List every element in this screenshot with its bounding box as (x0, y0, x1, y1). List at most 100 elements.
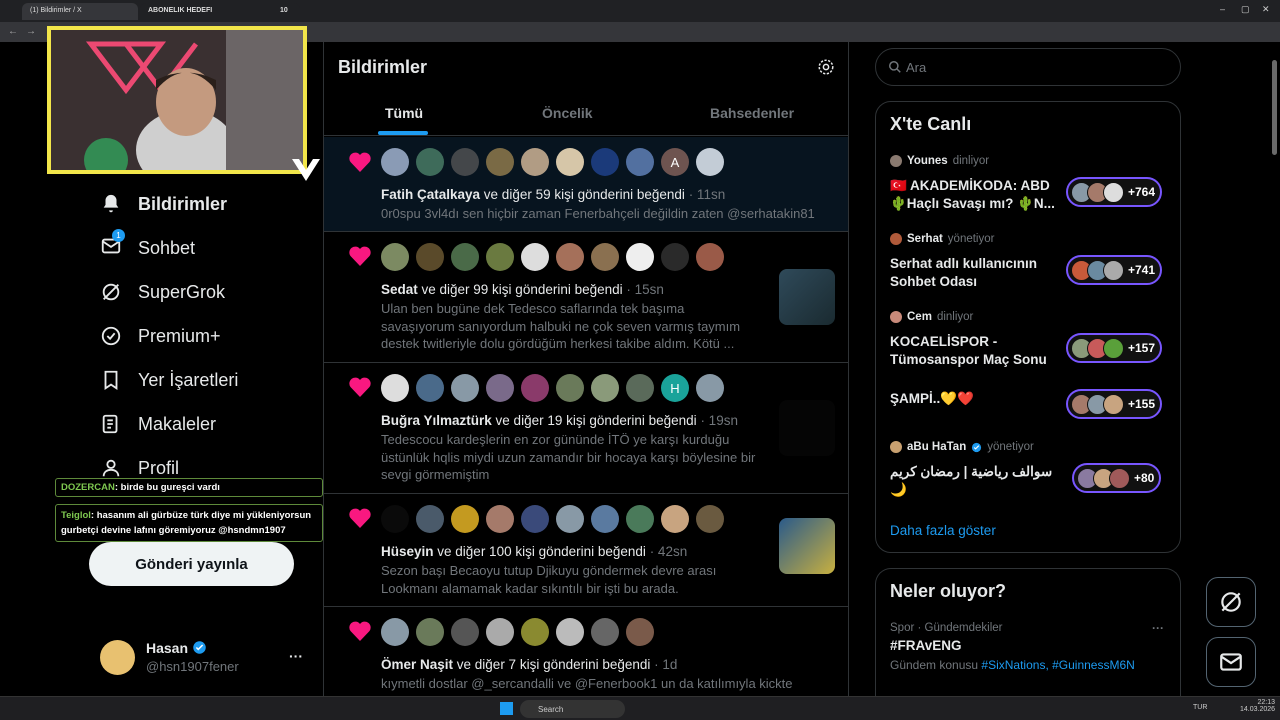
tab-priority[interactable]: Öncelik (542, 105, 593, 121)
avatar[interactable] (556, 374, 584, 402)
live-listeners-pill[interactable]: +80 (1072, 463, 1162, 493)
browser-tab[interactable]: (1) Bildirimler / X (22, 3, 138, 20)
nav-premium[interactable]: Premium+ (100, 321, 221, 351)
search-input[interactable]: Ara (875, 48, 1181, 86)
avatar[interactable] (451, 618, 479, 646)
avatar[interactable] (486, 505, 514, 533)
trend-name[interactable]: #FRAvENG (890, 638, 962, 653)
avatar[interactable] (591, 243, 619, 271)
avatar[interactable] (451, 243, 479, 271)
avatar[interactable] (591, 148, 619, 176)
windows-start-icon[interactable] (500, 702, 513, 715)
avatar[interactable] (591, 618, 619, 646)
nav-notifications[interactable]: Bildirimler (100, 189, 227, 219)
show-more-link[interactable]: Daha fazla göster (890, 523, 996, 538)
live-listeners-pill[interactable]: +764 (1066, 177, 1163, 207)
avatar[interactable] (696, 505, 724, 533)
nav-articles[interactable]: Makaleler (100, 409, 216, 439)
avatar[interactable] (696, 148, 724, 176)
maximize-button[interactable]: ▢ (1241, 4, 1250, 15)
avatar[interactable] (100, 640, 135, 675)
live-title[interactable]: سوالف رياضية | رمضان كريم 🌙 (890, 463, 1060, 498)
live-title[interactable]: 🇹🇷 AKADEMİKODA: ABD 🌵Haçlı Savaşı mı? 🌵N… (890, 177, 1060, 212)
live-title[interactable]: ŞAMPİ..💛❤️ (890, 390, 1060, 408)
liker-name[interactable]: Fatih Çatalkaya (381, 187, 480, 202)
avatar[interactable] (661, 243, 689, 271)
avatar[interactable] (381, 374, 409, 402)
forward-arrow-icon[interactable]: → (26, 26, 36, 37)
minimize-button[interactable]: – (1220, 4, 1225, 14)
avatar[interactable] (556, 148, 584, 176)
trend-tags[interactable]: #SixNations, #GuinnessM6N (981, 658, 1134, 672)
avatar[interactable] (486, 618, 514, 646)
avatar[interactable] (626, 374, 654, 402)
avatar[interactable] (416, 243, 444, 271)
input-language[interactable]: TUR (1193, 704, 1207, 711)
post-thumbnail[interactable] (779, 518, 835, 574)
avatar[interactable] (556, 505, 584, 533)
avatar[interactable] (626, 505, 654, 533)
avatar[interactable] (416, 618, 444, 646)
live-listeners-pill[interactable]: +155 (1066, 389, 1163, 419)
avatar[interactable] (521, 148, 549, 176)
avatar[interactable] (416, 148, 444, 176)
avatar[interactable] (381, 618, 409, 646)
avatar[interactable] (521, 505, 549, 533)
avatar[interactable] (451, 505, 479, 533)
back-arrow-icon[interactable]: ← (8, 26, 18, 37)
avatar[interactable] (416, 374, 444, 402)
avatar[interactable] (416, 505, 444, 533)
messages-button[interactable] (1206, 637, 1256, 687)
avatar[interactable] (381, 148, 409, 176)
liker-name[interactable]: Buğra Yılmaztürk (381, 413, 492, 428)
avatar[interactable] (696, 243, 724, 271)
account-name[interactable]: Hasan (146, 640, 207, 656)
avatar[interactable] (451, 374, 479, 402)
clock[interactable]: 22:13 14.03.2026 (1240, 699, 1275, 713)
avatar[interactable] (486, 374, 514, 402)
avatar[interactable] (451, 148, 479, 176)
nav-chat[interactable]: 1 Sohbet (100, 228, 195, 263)
notification-item[interactable]: Ömer Naşit ve diğer 7 kişi gönderini beğ… (324, 608, 848, 696)
notification-item[interactable]: H Buğra Yılmaztürk ve diğer 19 kişi gönd… (324, 364, 848, 494)
scrollbar-thumb[interactable] (1272, 60, 1277, 155)
gear-icon[interactable] (817, 58, 835, 76)
avatar[interactable] (626, 243, 654, 271)
avatar[interactable] (486, 243, 514, 271)
avatar[interactable] (521, 618, 549, 646)
live-listeners-pill[interactable]: +741 (1066, 255, 1163, 285)
avatar[interactable] (486, 148, 514, 176)
grok-button[interactable] (1206, 577, 1256, 627)
avatar[interactable] (626, 148, 654, 176)
avatar[interactable] (556, 243, 584, 271)
avatar[interactable]: A (661, 148, 689, 176)
browser-tab-2[interactable]: ABONELIK HEDEFI 10 (140, 3, 300, 20)
post-button[interactable]: Gönderi yayınla (89, 542, 294, 586)
avatar[interactable] (521, 243, 549, 271)
notification-item[interactable]: Hüseyin ve diğer 100 kişi gönderini beğe… (324, 495, 848, 607)
notification-item[interactable]: A Fatih Çatalkaya ve diğer 59 kişi gönde… (324, 137, 848, 232)
live-listeners-pill[interactable]: +157 (1066, 333, 1163, 363)
liker-name[interactable]: Ömer Naşit (381, 657, 453, 672)
avatar[interactable] (381, 505, 409, 533)
avatar[interactable] (521, 374, 549, 402)
taskbar-search[interactable]: Search (520, 700, 625, 718)
avatar[interactable] (696, 374, 724, 402)
more-icon[interactable]: ··· (289, 648, 303, 664)
tab-all[interactable]: Tümü (385, 105, 423, 121)
live-title[interactable]: Serhat adlı kullanıcının Sohbet Odası (890, 255, 1060, 290)
avatar[interactable]: H (661, 374, 689, 402)
avatar[interactable] (556, 618, 584, 646)
avatar[interactable] (591, 505, 619, 533)
avatar[interactable] (381, 243, 409, 271)
nav-supergrok[interactable]: SuperGrok (100, 277, 225, 307)
avatar[interactable] (591, 374, 619, 402)
close-window-button[interactable]: ✕ (1262, 4, 1270, 15)
post-thumbnail[interactable] (779, 269, 835, 325)
post-thumbnail[interactable] (779, 400, 835, 456)
liker-name[interactable]: Sedat (381, 282, 418, 297)
tab-mentions[interactable]: Bahsedenler (710, 105, 794, 121)
notification-item[interactable]: Sedat ve diğer 99 kişi gönderini beğendi… (324, 233, 848, 363)
more-icon[interactable]: ··· (1152, 621, 1164, 635)
avatar[interactable] (626, 618, 654, 646)
